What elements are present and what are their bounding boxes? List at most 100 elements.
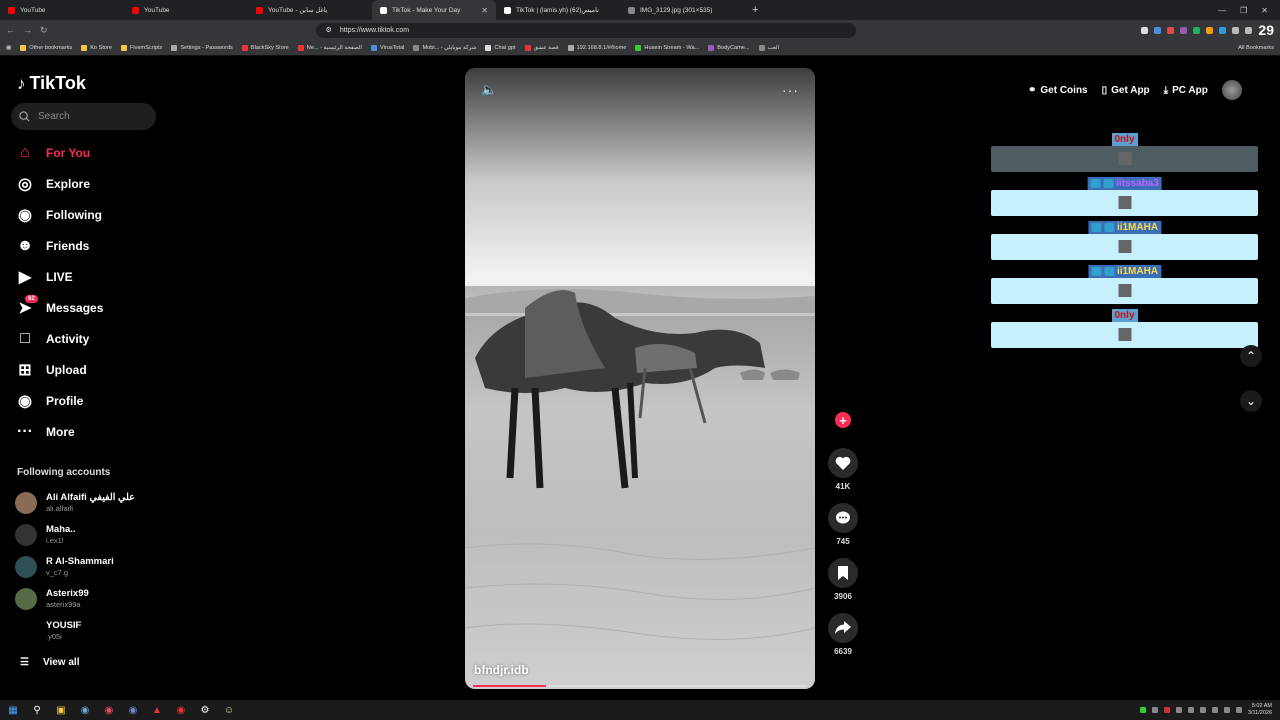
bookmark-item[interactable]: العب <box>758 44 779 51</box>
following-account[interactable]: Maha.. i.ex1l <box>15 519 180 551</box>
app-icon[interactable]: ◉ <box>174 703 188 717</box>
extension-icon[interactable] <box>1219 26 1227 34</box>
get-app-button[interactable]: ▯ Get App <box>1102 85 1150 96</box>
discord-icon[interactable]: ◉ <box>126 703 140 717</box>
bookmark-item[interactable]: BlackSky Store <box>241 44 289 51</box>
nav-following[interactable]: ◉ Following <box>0 199 180 230</box>
nav-live[interactable]: ▶ LIVE <box>0 261 180 292</box>
scroll-up-button[interactable]: ⌃ <box>1240 345 1262 367</box>
file-explorer-icon[interactable]: ▣ <box>54 703 68 717</box>
site-info-icon[interactable]: ⚙ <box>326 26 332 34</box>
extension-icon[interactable] <box>1232 26 1240 34</box>
following-account[interactable]: Ali Alfaifi علي الفيفي ali.alfaifi <box>15 487 180 519</box>
following-account[interactable]: YOUSIF .y05i <box>15 615 180 647</box>
wifi-icon[interactable] <box>1223 707 1230 713</box>
tray-icon[interactable] <box>1175 707 1182 713</box>
steam-icon[interactable]: ◉ <box>78 703 92 717</box>
volume-icon[interactable] <box>1235 707 1242 713</box>
nav-more[interactable]: ··· More <box>0 416 180 447</box>
app-icon[interactable]: ⚙ <box>198 703 212 717</box>
bookmark-item[interactable]: FivemScripts <box>120 44 162 51</box>
search-taskbar-icon[interactable]: ⚲ <box>30 703 44 717</box>
browser-tab[interactable]: IMG_3129.jpg (301×535) <box>620 0 744 20</box>
bookmark-icon <box>485 44 492 51</box>
pc-app-button[interactable]: ⤓ PC App <box>1164 85 1208 96</box>
browser-tab[interactable]: YouTube - ياغل ساين <box>248 0 372 20</box>
tab-title: TikTok - Make Your Day <box>392 6 461 14</box>
following-account[interactable]: Asterix99 asterix99a <box>15 583 180 615</box>
bookmark-item[interactable]: VirusTotal <box>370 44 404 51</box>
bookmark-item[interactable]: Ne... - الصفحة الرئيسية <box>297 44 362 51</box>
browser-tab[interactable]: TikTok | (lamis.yh) (62)نامیس <box>496 0 620 20</box>
minimize-icon[interactable]: — <box>1218 6 1226 15</box>
bookmark-item[interactable]: 192.168.8.1/#/home <box>567 44 626 51</box>
mute-icon[interactable]: 🔈 <box>481 82 497 98</box>
video-player[interactable]: 🔈 ··· bfndjr.idb <box>465 68 815 689</box>
extension-icon[interactable] <box>1180 26 1188 34</box>
apps-icon[interactable]: ▦ <box>6 45 11 51</box>
tray-icon[interactable] <box>1199 707 1206 713</box>
tray-icon[interactable] <box>1211 707 1218 713</box>
url-field[interactable]: ⚙ https://www.tiktok.com <box>315 22 856 38</box>
extension-icon[interactable] <box>1245 26 1253 34</box>
close-window-icon[interactable]: ✕ <box>1261 6 1268 15</box>
back-icon[interactable]: ← <box>6 25 15 35</box>
tray-icon[interactable] <box>1163 707 1170 713</box>
close-tab-icon[interactable]: ✕ <box>481 6 488 15</box>
browser-icon[interactable]: ◉ <box>102 703 116 717</box>
nav-profile[interactable]: ◉ Profile <box>0 385 180 416</box>
tab-title: TikTok | (lamis.yh) (62)نامیس <box>516 7 599 14</box>
follow-button[interactable]: + <box>835 412 851 428</box>
extension-icon[interactable] <box>1167 26 1175 34</box>
bookmark-item[interactable]: Settings - Passwords <box>171 44 233 51</box>
video-progress-bar[interactable] <box>473 685 807 687</box>
tiktok-logo[interactable]: ♪ TikTok <box>17 73 86 94</box>
scroll-down-button[interactable]: ⌄ <box>1240 390 1262 412</box>
nav-messages[interactable]: ➤ 62 Messages <box>0 292 180 323</box>
browser-tab[interactable]: TikTok - Make Your Day ✕ <box>372 0 496 20</box>
new-tab-button[interactable]: + <box>744 4 766 16</box>
restore-icon[interactable]: ❐ <box>1240 6 1247 15</box>
like-button[interactable] <box>828 448 858 478</box>
bookmark-label: Settings - Passwords <box>180 44 233 51</box>
video-author[interactable]: bfndjr.idb <box>474 663 529 677</box>
bookmark-item[interactable]: BodyCame... <box>708 44 750 51</box>
nav-explore[interactable]: ◎ Explore <box>0 168 180 199</box>
bookmark-item[interactable]: Other bookmarks <box>20 44 72 51</box>
extension-icon[interactable] <box>1193 26 1201 34</box>
app-icon[interactable]: ☺ <box>222 703 236 717</box>
reload-icon[interactable]: ↻ <box>40 25 48 36</box>
all-bookmarks[interactable]: All Bookmarks <box>1238 45 1274 51</box>
bookmark-item[interactable]: Mobi... - شركة موبايلي <box>413 44 476 51</box>
nav-friends[interactable]: ☻ Friends <box>0 230 180 261</box>
tray-icon[interactable] <box>1187 707 1194 713</box>
nav-for-you[interactable]: ⌂ For You <box>0 137 180 168</box>
nav-label: Messages <box>46 300 104 315</box>
search-input[interactable]: Search <box>11 103 156 130</box>
browser-tab[interactable]: YouTube <box>124 0 248 20</box>
user-avatar[interactable] <box>1221 80 1242 100</box>
forward-icon[interactable]: → <box>23 25 32 35</box>
more-options-icon[interactable]: ··· <box>782 82 799 98</box>
extension-icon[interactable] <box>1206 26 1214 34</box>
bookmark-item[interactable]: Ko Store <box>81 44 112 51</box>
extension-icon[interactable] <box>1141 26 1149 34</box>
bookmark-item[interactable]: Husein Stream - Wa... <box>635 44 699 51</box>
view-all-button[interactable]: ☰ View all <box>20 657 79 668</box>
adobe-icon[interactable]: ▲ <box>150 703 164 717</box>
windows-start-icon[interactable]: ▦ <box>6 703 20 717</box>
nav-upload[interactable]: ⊞ Upload <box>0 354 180 385</box>
save-button[interactable] <box>828 558 858 588</box>
bookmark-item[interactable]: قصة عشق <box>524 44 559 51</box>
clock[interactable]: 5:02 AM 3/11/2026 <box>1248 703 1272 716</box>
share-button[interactable] <box>828 613 858 643</box>
comment-button[interactable] <box>828 503 858 533</box>
nav-activity[interactable]: □ Activity <box>0 323 180 354</box>
tray-icon[interactable] <box>1151 707 1158 713</box>
following-account[interactable]: R Al-Shammari v_c7.g <box>15 551 180 583</box>
tray-icon[interactable] <box>1139 707 1146 713</box>
bookmark-item[interactable]: Chat gpt <box>485 44 516 51</box>
get-coins-button[interactable]: ⚭ Get Coins <box>1028 85 1088 96</box>
extension-icon[interactable] <box>1154 26 1162 34</box>
browser-tab[interactable]: YouTube <box>0 0 124 20</box>
